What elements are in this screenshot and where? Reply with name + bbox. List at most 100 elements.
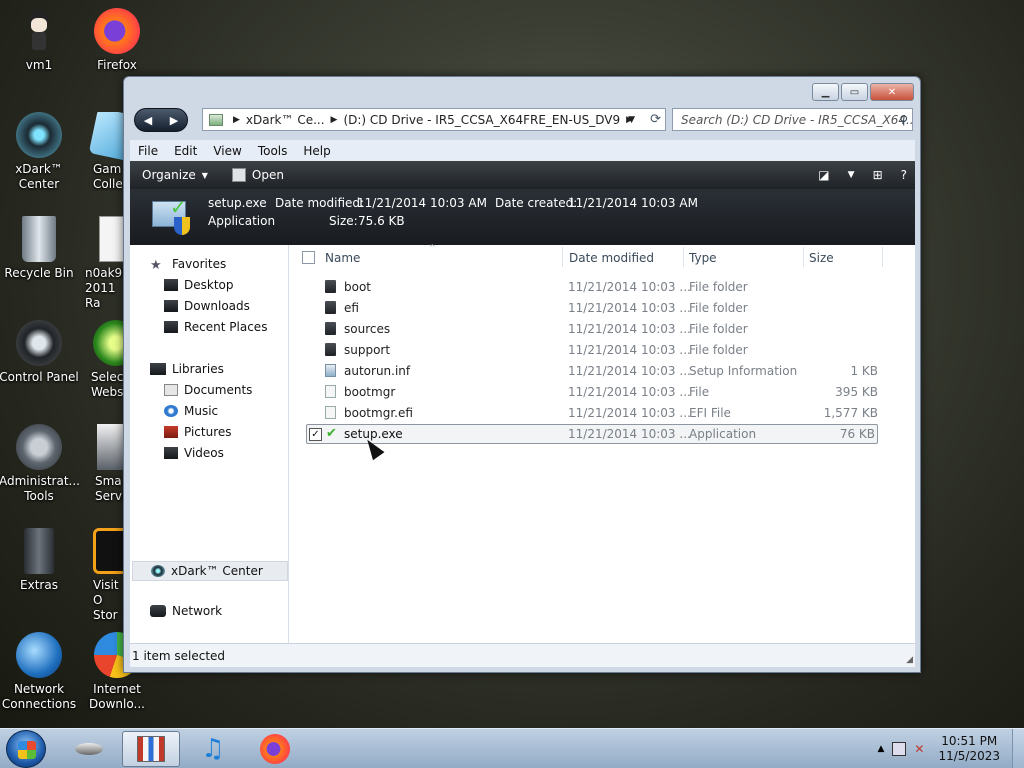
nav-pictures[interactable]: Pictures [164,425,232,439]
preview-pane-icon[interactable]: ⊞ [873,168,883,182]
column-type[interactable]: Type [689,251,717,265]
change-view-icon[interactable]: ◪ [818,168,829,182]
file-row[interactable]: efi 11/21/2014 10:03 ... File folder [306,298,878,318]
desktop-icon-network-connections[interactable]: Network Connections [0,632,79,712]
desktop-icon-control-panel[interactable]: Control Panel [0,320,79,385]
menu-file[interactable]: File [130,144,166,158]
menu-edit[interactable]: Edit [166,144,205,158]
chevron-down-icon: ▼ [201,170,208,180]
xdark-center-icon [16,112,62,158]
column-headers: Name ^ Date modified Type Size [289,243,915,271]
nav-documents[interactable]: Documents [164,383,252,397]
breadcrumb-xdark[interactable]: xDark™ Ce... [246,113,325,127]
refresh-icon[interactable]: ⟳ [650,112,661,127]
minimize-button[interactable]: ▁ [812,83,839,101]
nav-desktop[interactable]: Desktop [164,278,234,292]
back-arrow-icon[interactable]: ◀ [144,114,152,127]
desktop-icon-smart-service[interactable]: Sma Servi [77,424,123,504]
desktop-icon-select-web[interactable]: Select Webs [77,320,123,400]
drive-icon [209,113,223,126]
nav-favorites[interactable]: ★ Favorites [150,257,226,273]
desktop-icon-xdark-center[interactable]: xDark™ Center [0,112,79,192]
view-dropdown-icon[interactable]: ▼ [848,170,855,180]
row-checkbox[interactable]: ✓ [309,428,322,441]
maximize-button[interactable]: ▭ [841,83,868,101]
breadcrumb-chevron-icon[interactable]: ▶ [331,115,338,125]
desktop-icon-recycle-bin[interactable]: Recycle Bin [0,216,79,281]
file-row[interactable]: autorun.inf 11/21/2014 10:03 ... Setup I… [306,361,878,381]
file-row[interactable]: bootmgr 11/21/2014 10:03 ... File 395 KB [306,382,878,402]
system-tray: ▲ ✕ 10:51 PM 11/5/2023 [877,729,1024,768]
details-created-value: 11/21/2014 10:03 AM [568,196,698,210]
file-row[interactable]: sources 11/21/2014 10:03 ... File folder [306,319,878,339]
file-date: 11/21/2014 10:03 ... [568,301,691,315]
nav-network[interactable]: Network [150,604,222,618]
column-size[interactable]: Size [809,251,834,265]
desktop-icon-n0ak95[interactable]: n0ak95 2011 Ra [77,216,123,311]
file-row[interactable]: support 11/21/2014 10:03 ... File folder [306,340,878,360]
address-dropdown-icon[interactable]: ▼ [628,115,635,125]
nav-downloads[interactable]: Downloads [164,299,250,313]
taskbar-explorer[interactable] [122,731,180,767]
search-placeholder: Search (D:) CD Drive - IR5_CCSA_X64... [681,112,913,127]
breadcrumb-cd-drive[interactable]: (D:) CD Drive - IR5_CCSA_X64FRE_EN-US_DV… [343,113,620,127]
resize-grip-icon[interactable]: ◢ [906,655,913,665]
folder-icon [325,301,336,314]
navigation-pane: ★ Favorites Desktop Downloads Recent Plac… [130,245,289,643]
file-name: bootmgr.efi [344,406,413,420]
show-hidden-icons-icon[interactable]: ▲ [877,744,884,754]
smart-service-icon [97,424,123,470]
desktop-icon-vm1[interactable]: vm1 [0,8,79,73]
vm1-label: vm1 [25,58,53,72]
status-text: 1 item selected [132,648,226,663]
close-icon: ✕ [887,86,897,98]
desktop-icon-extras[interactable]: Extras [0,528,79,593]
file-row[interactable]: boot 11/21/2014 10:03 ... File folder [306,277,878,297]
address-bar[interactable]: ▶ xDark™ Ce... ▶ (D:) CD Drive - IR5_CCS… [202,108,666,131]
search-input[interactable]: Search (D:) CD Drive - IR5_CCSA_X64... ⚲ [672,108,913,131]
desktop-icon-administrative-tools[interactable]: Administrat... Tools [0,424,80,504]
nav-network-label: Network [172,604,223,618]
nav-libraries[interactable]: Libraries [150,362,224,376]
column-name[interactable]: Name [325,251,360,265]
xdark-center-label: xDark™ Center [15,162,63,191]
taskbar-firefox[interactable] [246,731,304,767]
navigation-bar: ◀ ▶ ▶ xDark™ Ce... ▶ (D:) CD Drive - IR5… [132,107,914,135]
star-icon: ★ [150,258,162,273]
select-all-checkbox[interactable] [302,251,315,264]
file-date: 11/21/2014 10:03 ... [568,322,691,336]
nav-xdark-center[interactable]: xDark™ Center [132,561,288,581]
desktop-icon-firefox[interactable]: Firefox [77,8,157,73]
breadcrumb-chevron-icon[interactable]: ▶ [233,115,240,125]
help-icon[interactable]: ? [901,168,907,182]
menu-help[interactable]: Help [295,144,338,158]
file-row[interactable]: bootmgr.efi 11/21/2014 10:03 ... EFI Fil… [306,403,878,423]
menu-tools[interactable]: Tools [250,144,296,158]
organize-button[interactable]: Organize ▼ [130,161,220,189]
nav-recent-places[interactable]: Recent Places [164,320,267,334]
desktop-icon-games[interactable]: Gam Collec [77,112,123,192]
maximize-icon: ▭ [849,86,860,98]
search-icon[interactable]: ⚲ [899,113,908,127]
show-desktop-button[interactable] [1012,729,1024,768]
volume-muted-icon[interactable]: ✕ [914,742,924,756]
documents-icon [164,384,178,396]
nav-music[interactable]: Music [164,404,218,418]
network-status-icon[interactable] [892,742,907,756]
nav-videos[interactable]: Videos [164,446,224,460]
column-date-modified[interactable]: Date modified [569,251,654,265]
details-pane: ✓ setup.exe Application Date modified: 1… [130,189,915,245]
clock[interactable]: 10:51 PM 11/5/2023 [938,734,1000,764]
file-row-selected[interactable]: ✓ ✔ setup.exe 11/21/2014 10:03 ... Appli… [306,424,878,444]
menu-view[interactable]: View [205,144,249,158]
admin-tools-icon [16,424,62,470]
open-button[interactable]: Open [220,161,296,189]
taskbar-ufo-app[interactable] [60,731,118,767]
forward-arrow-icon[interactable]: ▶ [170,114,178,127]
select-web-icon [93,320,123,366]
start-button[interactable] [6,730,46,768]
desktop-icon-visit-store[interactable]: Visit O Stor [77,528,123,623]
menu-bar: File Edit View Tools Help [130,140,915,161]
taskbar-music-player[interactable]: ♫ [184,731,242,767]
close-button[interactable]: ✕ [870,83,914,101]
